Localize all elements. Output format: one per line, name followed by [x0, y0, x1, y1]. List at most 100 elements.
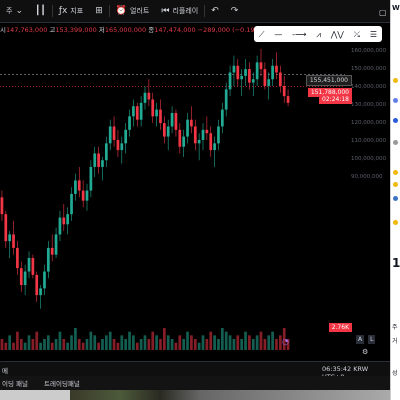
projection-icon[interactable]: ⤯	[354, 30, 360, 39]
volume-bar	[174, 342, 178, 350]
crosshair-price-tag: 155,451,000	[305, 75, 352, 86]
candle-body	[193, 126, 197, 144]
settings-icon[interactable]: ⚙	[362, 348, 368, 357]
volume-bar	[182, 339, 186, 350]
candle-body	[263, 69, 267, 86]
candle-body	[162, 123, 166, 137]
candle-body	[89, 166, 93, 191]
toolbar-item-1[interactable]: ┃┃	[29, 0, 52, 22]
candle-body	[232, 65, 236, 73]
trend-line-icon[interactable]: ⟋	[259, 30, 265, 39]
volume-bar	[70, 335, 73, 350]
volume-bar	[31, 339, 35, 350]
volume-bar	[240, 339, 244, 350]
candle-body	[0, 197, 4, 215]
volume-bar	[58, 331, 62, 350]
window-icon[interactable]: ▢	[379, 8, 387, 17]
candle-body	[236, 65, 240, 80]
candle-body	[143, 92, 147, 103]
volume-bar	[213, 335, 216, 350]
volume-bar	[197, 342, 201, 350]
undo-icon: ↶	[211, 5, 219, 16]
volume-bar	[151, 331, 155, 350]
candle-body	[50, 247, 54, 255]
volume-bar	[159, 339, 162, 350]
volume-bar	[43, 339, 46, 350]
volume-bar	[186, 331, 189, 350]
candle-body	[275, 65, 278, 73]
volume-bar	[251, 339, 255, 350]
volume-bar	[220, 328, 224, 350]
scale-buttons: A L	[356, 335, 376, 344]
candle-body	[248, 69, 251, 83]
panel-tabs: 이딩 패널 트레이딩패널	[0, 376, 390, 390]
volume-bar	[170, 339, 174, 350]
replay-marker-icon[interactable]: ◔	[282, 337, 289, 346]
tab-trading-panel-1[interactable]: 이딩 패널	[2, 378, 28, 388]
candle-body	[220, 109, 224, 127]
auto-scale-button[interactable]: A	[356, 335, 365, 344]
volume-bar	[162, 328, 166, 350]
candle-body	[139, 102, 143, 120]
candle-body	[93, 153, 97, 167]
candle-body	[151, 99, 155, 117]
candle-body	[108, 126, 112, 144]
horizontal-line-icon[interactable]: —	[274, 30, 282, 39]
volume-bar	[12, 342, 15, 350]
right-panel-label-1: 주	[392, 324, 398, 331]
candle-body	[46, 247, 50, 272]
toolbar-item-7[interactable]: ↷	[225, 0, 245, 22]
candle-body	[112, 126, 116, 140]
volume-bar	[112, 339, 116, 350]
volume-bar	[228, 335, 232, 350]
volume-bar	[132, 335, 135, 350]
toolbar-item-5[interactable]: ⏮ 리플레이	[155, 0, 204, 22]
candle-body	[27, 258, 31, 272]
toolbar-item-4[interactable]: ⏰ 얼러트	[110, 0, 156, 22]
toolbar-item-0[interactable]: 주 ⌄	[0, 0, 29, 22]
volume-bar	[97, 342, 100, 350]
volume-bar	[135, 342, 139, 350]
candle-body	[116, 139, 120, 151]
log-scale-button[interactable]: L	[368, 335, 376, 344]
price-axis-tick: 130,000,000	[351, 102, 386, 108]
volume-bar	[166, 335, 170, 350]
candle-body	[251, 79, 255, 83]
candle-body	[217, 126, 220, 144]
price-axis-tick: 120,000,000	[351, 120, 386, 126]
candle-body	[66, 214, 70, 225]
horizontal-ray-icon[interactable]: -⟶	[292, 30, 306, 39]
volume-bar	[128, 331, 131, 350]
coin-icon	[393, 118, 398, 123]
volume-bar	[217, 339, 220, 350]
volume-bar	[77, 339, 81, 350]
price-chart[interactable]: 160,000,000 150,000,000 140,000,000 130,000…	[0, 22, 390, 352]
toolbar-item-2[interactable]: ƒx 지표	[53, 0, 89, 22]
toolbar-item-6[interactable]: ↶	[205, 0, 225, 22]
candle-body	[8, 234, 12, 242]
volume-bar	[66, 342, 70, 350]
candle-body	[4, 214, 8, 242]
volume-bar	[244, 331, 247, 350]
volume-bar	[39, 342, 42, 350]
volume-bar	[81, 342, 85, 350]
tab-trading-panel-2[interactable]: 트레이딩패널	[44, 378, 80, 388]
candle-body	[201, 129, 205, 140]
candle-body	[170, 112, 174, 127]
zigzag-icon[interactable]: ⩘	[316, 30, 321, 39]
volume-bar	[193, 339, 197, 350]
toolbar-item-3[interactable]: ⊞	[89, 0, 109, 22]
volume-bar	[263, 339, 267, 350]
left-menu-label[interactable]: 메	[2, 365, 8, 375]
drawing-toolbar: ⟋ — -⟶ ⩘ ⋀⋁ ⤯ ☰	[254, 26, 382, 42]
indicators-icon: ƒx	[58, 5, 68, 16]
xabcd-icon[interactable]: ⋀⋁	[331, 30, 344, 39]
candle-body	[205, 129, 209, 134]
candle-body	[186, 119, 189, 137]
fib-icon[interactable]: ☰	[370, 30, 377, 39]
layout-grid-icon: ⊞	[95, 5, 103, 16]
volume-bar	[209, 331, 213, 350]
volume-bar	[89, 331, 93, 350]
toolbar-item-label: 얼러트	[130, 7, 150, 15]
toolbar-item-label: 리플레이	[172, 7, 199, 15]
